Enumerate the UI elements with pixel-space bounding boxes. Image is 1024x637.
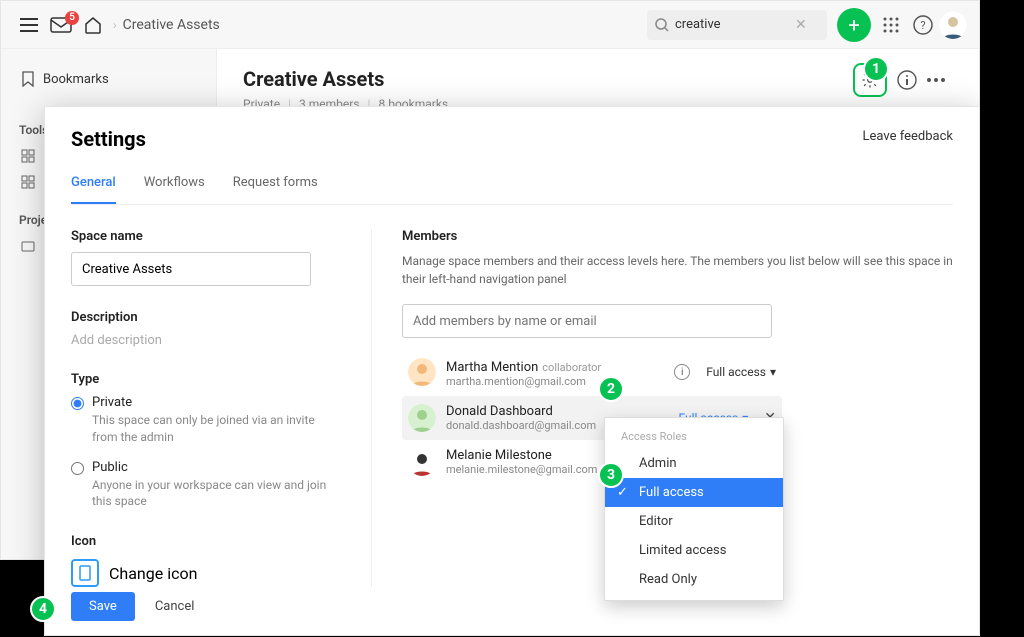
search-input-wrap[interactable]: ✕ [647, 10, 827, 40]
mail-icon[interactable]: 5 [45, 9, 77, 41]
chevron-down-icon: ▾ [770, 365, 776, 379]
mail-count-badge: 5 [65, 11, 79, 25]
dropdown-item-readonly[interactable]: Read Only [605, 565, 783, 594]
tab-workflows[interactable]: Workflows [144, 175, 205, 204]
info-icon[interactable] [897, 70, 917, 90]
type-private-title: Private [92, 395, 331, 410]
search-input[interactable] [675, 17, 795, 32]
step-badge-1: 1 [863, 56, 889, 82]
dropdown-header: Access Roles [605, 424, 783, 449]
type-public-title: Public [92, 460, 331, 475]
change-icon-button[interactable]: Change icon [71, 559, 331, 587]
access-roles-dropdown[interactable]: Access Roles Admin Full access Editor Li… [604, 417, 784, 601]
breadcrumb: › Creative Assets [113, 17, 220, 33]
user-avatar[interactable] [939, 11, 967, 39]
menu-icon[interactable] [13, 9, 45, 41]
help-icon[interactable]: ? [907, 9, 939, 41]
type-private-desc: This space can only be joined via an inv… [92, 412, 331, 446]
dropdown-item-editor[interactable]: Editor [605, 507, 783, 536]
page-title: Creative Assets [243, 67, 953, 91]
leave-feedback-link[interactable]: Leave feedback [863, 129, 953, 144]
space-icon-preview [71, 559, 99, 587]
dropdown-item-admin[interactable]: Admin [605, 449, 783, 478]
space-name-label: Space name [71, 229, 331, 244]
more-icon[interactable] [927, 78, 945, 82]
member-avatar [408, 358, 436, 386]
apps-grid-icon[interactable] [875, 9, 907, 41]
tab-general[interactable]: General [71, 175, 116, 204]
grid-icon [21, 175, 35, 189]
tab-request-forms[interactable]: Request forms [233, 175, 318, 204]
members-label: Members [402, 229, 953, 244]
icon-label: Icon [71, 534, 331, 549]
svg-text:?: ? [920, 19, 925, 32]
add-members-input[interactable] [402, 304, 772, 338]
description-label: Description [71, 310, 331, 325]
member-access-button[interactable]: Full access ▾ [706, 365, 776, 379]
add-button[interactable]: + [837, 8, 871, 42]
member-avatar [408, 404, 436, 432]
dropdown-item-limited[interactable]: Limited access [605, 536, 783, 565]
grid-icon [21, 149, 35, 163]
settings-title: Settings [71, 127, 953, 151]
search-icon [655, 18, 669, 32]
nav-bookmarks[interactable]: Bookmarks [13, 65, 204, 93]
member-avatar [408, 448, 436, 476]
member-info-icon[interactable]: i [674, 364, 690, 380]
type-private-radio[interactable] [71, 397, 84, 410]
cancel-button[interactable]: Cancel [155, 599, 195, 614]
step-badge-4: 4 [30, 596, 56, 622]
type-public-radio[interactable] [71, 462, 84, 475]
breadcrumb-space[interactable]: Creative Assets [123, 17, 220, 33]
description-placeholder[interactable]: Add description [71, 333, 331, 348]
member-row: Martha Mentioncollaborator martha.mentio… [402, 348, 782, 396]
type-label: Type [71, 372, 331, 387]
dropdown-item-full-access[interactable]: Full access [605, 478, 783, 507]
search-clear-icon[interactable]: ✕ [795, 17, 807, 33]
home-icon[interactable] [77, 9, 109, 41]
bookmark-icon [21, 71, 35, 87]
space-name-input[interactable] [71, 252, 311, 286]
folder-icon [21, 239, 35, 253]
members-desc: Manage space members and their access le… [402, 252, 953, 288]
type-public-desc: Anyone in your workspace can view and jo… [92, 477, 331, 511]
save-button[interactable]: Save [71, 592, 135, 621]
step-badge-2: 2 [598, 376, 624, 402]
step-badge-3: 3 [598, 462, 624, 488]
chevron-right-icon: › [113, 18, 117, 32]
